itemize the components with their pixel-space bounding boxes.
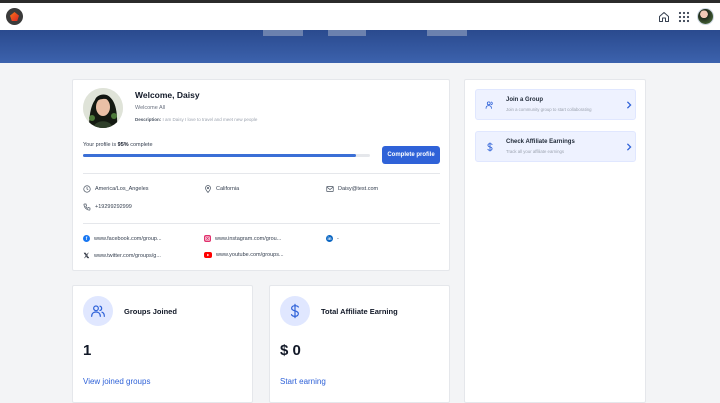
complete-profile-button[interactable]: Complete profile — [382, 146, 440, 164]
progress-prefix: Your profile is — [83, 142, 117, 148]
facebook-link[interactable]: www.facebook.com/group... — [94, 236, 162, 242]
view-joined-groups-link[interactable]: View joined groups — [83, 377, 150, 386]
social-facebook[interactable]: f www.facebook.com/group... — [83, 235, 162, 242]
youtube-link[interactable]: www.youtube.com/groups... — [216, 252, 284, 258]
social-instagram[interactable]: www.instagram.com/grou... — [204, 235, 281, 242]
divider — [83, 173, 440, 174]
profile-progress-bar — [83, 154, 370, 157]
affiliate-earning-value: $ 0 — [280, 342, 301, 359]
profile-description: Description: I am Daisy I love to travel… — [135, 117, 257, 122]
affiliate-earning-card: Total Affiliate Earning $ 0 Start earnin… — [269, 285, 450, 403]
linkedin-link[interactable]: - — [337, 236, 339, 242]
info-timezone: America/Los_Angeles — [83, 185, 149, 193]
users-icon — [83, 296, 113, 326]
user-avatar[interactable] — [697, 8, 714, 25]
facebook-icon: f — [83, 235, 90, 242]
info-email: Daisy@test.com — [326, 185, 378, 193]
social-linkedin[interactable]: in - — [326, 235, 339, 242]
banner-tab — [328, 30, 366, 36]
linkedin-icon: in — [326, 235, 333, 242]
chevron-right-icon — [625, 100, 633, 110]
location-pin-icon — [204, 185, 212, 193]
progress-value: 95% — [117, 142, 129, 148]
check-affiliate-item[interactable]: Check Affiliate Earnings Track all your … — [475, 131, 636, 162]
profile-avatar — [83, 88, 123, 128]
instagram-link[interactable]: www.instagram.com/grou... — [215, 236, 281, 242]
dollar-icon — [485, 142, 495, 152]
x-icon: 𝕏 — [83, 252, 90, 260]
state-value: California — [216, 186, 240, 192]
welcome-title: Welcome, Daisy — [135, 90, 200, 100]
divider — [83, 223, 440, 224]
users-icon — [485, 100, 495, 110]
profile-card: Welcome, Daisy Welcome All Description: … — [72, 79, 450, 271]
check-affiliate-subtitle: Track all your affiliate earnings — [506, 149, 565, 154]
start-earning-link[interactable]: Start earning — [280, 377, 326, 386]
description-text: I am Daisy I love to travel and meet new… — [162, 117, 258, 122]
social-twitter[interactable]: 𝕏 www.twitter.com/groups/g... — [83, 252, 161, 260]
quick-actions-panel: Join a Group Join a community group to s… — [464, 79, 646, 403]
welcome-subtitle: Welcome All — [135, 105, 166, 111]
youtube-icon — [204, 252, 212, 258]
mail-icon — [326, 185, 334, 193]
banner-tab — [263, 30, 303, 36]
banner-tab — [427, 30, 467, 36]
profile-completion-text: Your profile is 95% complete — [83, 142, 153, 148]
email-value: Daisy@test.com — [338, 186, 379, 192]
instagram-icon — [204, 235, 211, 242]
home-icon[interactable] — [657, 10, 671, 24]
navbar — [0, 3, 720, 30]
dollar-icon — [280, 296, 310, 326]
info-location: California — [204, 185, 239, 193]
profile-progress-fill — [83, 154, 356, 157]
app-logo-icon[interactable] — [6, 8, 23, 25]
affiliate-earning-title: Total Affiliate Earning — [321, 307, 398, 316]
phone-icon — [83, 203, 91, 211]
phone-value: +19299292999 — [95, 204, 132, 210]
join-group-title: Join a Group — [506, 97, 544, 103]
twitter-link[interactable]: www.twitter.com/groups/g... — [94, 253, 161, 259]
timezone-value: America/Los_Angeles — [95, 186, 149, 192]
join-group-subtitle: Join a community group to start collabor… — [506, 107, 592, 112]
check-affiliate-title: Check Affiliate Earnings — [506, 139, 575, 145]
chevron-right-icon — [625, 142, 633, 152]
clock-icon — [83, 185, 91, 193]
join-group-item[interactable]: Join a Group Join a community group to s… — [475, 89, 636, 120]
description-label: Description: — [135, 117, 162, 122]
groups-joined-title: Groups Joined — [124, 307, 177, 316]
info-phone: +19299292999 — [83, 203, 132, 211]
social-youtube[interactable]: www.youtube.com/groups... — [204, 252, 284, 258]
progress-suffix: complete — [130, 142, 153, 148]
apps-grid-icon[interactable] — [677, 10, 691, 24]
groups-joined-card: Groups Joined 1 View joined groups — [72, 285, 253, 403]
groups-joined-value: 1 — [83, 342, 92, 359]
